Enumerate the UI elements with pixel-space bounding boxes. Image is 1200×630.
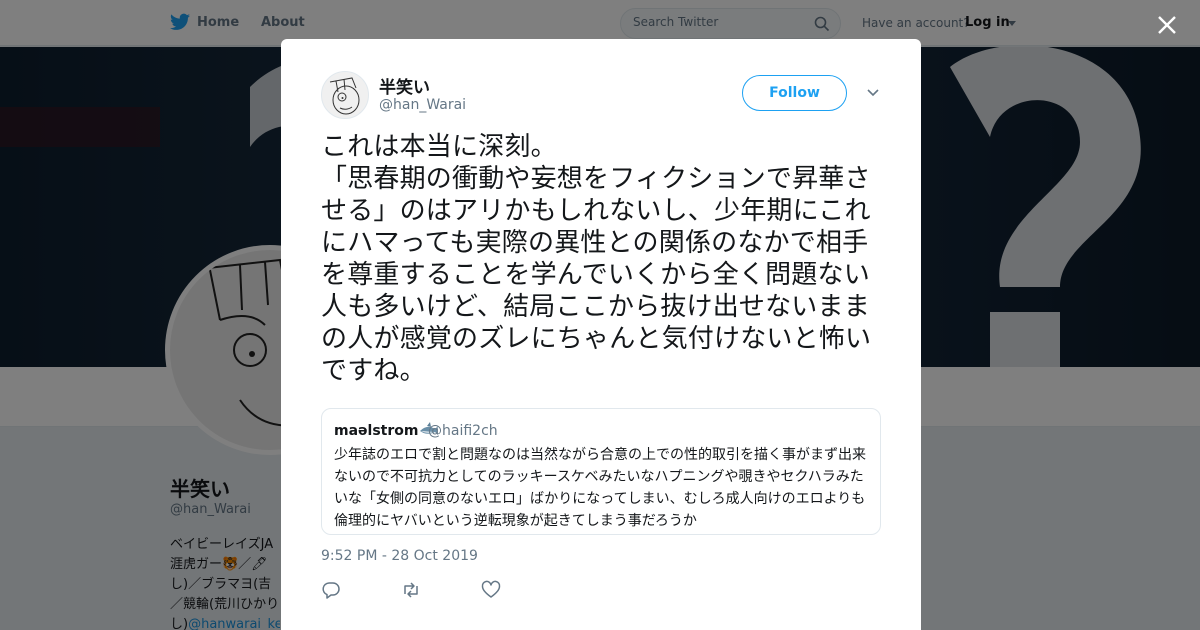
like-icon xyxy=(481,580,501,598)
retweet-button[interactable] xyxy=(401,580,481,602)
avatar-sketch-icon xyxy=(329,77,360,115)
tweet-author-name[interactable]: 半笑い xyxy=(379,73,430,98)
close-icon[interactable] xyxy=(1156,14,1178,36)
quoted-author-name-wrap: maəlstrom xyxy=(334,422,439,439)
like-button[interactable] xyxy=(481,580,561,602)
tweet-text: これは本当に深刻。 「思春期の衝動や妄想をフィクションで昇華させる」のはアリかも… xyxy=(321,132,872,386)
tweet-timestamp[interactable]: 9:52 PM - 28 Oct 2019 xyxy=(321,548,478,564)
follow-button[interactable]: Follow xyxy=(742,75,847,111)
quoted-tweet[interactable]: maəlstrom @haifi2ch 少年誌のエロで割と問題なのは当然ながら合… xyxy=(321,408,881,535)
tweet-actions xyxy=(321,580,561,602)
chevron-down-icon[interactable] xyxy=(866,87,880,97)
quoted-author-name: maəlstrom xyxy=(334,423,419,439)
quoted-author-handle: @haifi2ch xyxy=(428,423,498,439)
reply-icon xyxy=(322,582,340,599)
tweet-author-handle[interactable]: @han_Warai xyxy=(379,97,466,113)
quoted-tweet-text: 少年誌のエロで割と問題なのは当然ながら合意の上での性的取引を描く事がまず出来ない… xyxy=(334,447,866,529)
reply-button[interactable] xyxy=(321,580,401,602)
tweet-author-avatar[interactable] xyxy=(321,71,369,119)
retweet-icon xyxy=(404,582,418,598)
tweet-modal: 半笑い @han_Warai Follow これは本当に深刻。 「思春期の衝動や… xyxy=(281,39,921,630)
